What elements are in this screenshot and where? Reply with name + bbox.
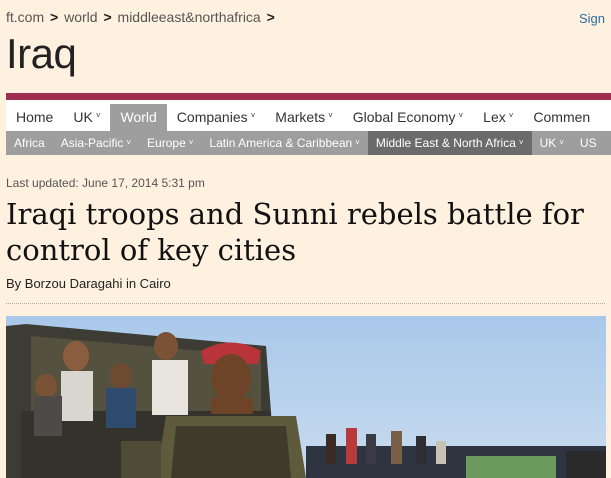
breadcrumb-world[interactable]: world bbox=[64, 9, 97, 25]
secondary-nav: Africa Asia-Pacific ˅ Europe ˅ Latin America … bbox=[6, 131, 611, 155]
subnav-item-label: US bbox=[579, 136, 597, 150]
nav-item-label: Global Economy bbox=[352, 109, 456, 125]
subnav-item-uk[interactable]: UK ˅ bbox=[532, 131, 572, 155]
section-accent-bar bbox=[6, 93, 611, 100]
subnav-item-label: Middle East & North Africa bbox=[375, 136, 516, 150]
subnav-item-asia-pacific[interactable]: Asia-Pacific ˅ bbox=[53, 131, 139, 155]
section-title[interactable]: Iraq bbox=[6, 30, 77, 78]
breadcrumb-separator: > bbox=[266, 9, 275, 25]
breadcrumb-separator: > bbox=[103, 9, 112, 25]
nav-item-home[interactable]: Home bbox=[6, 104, 63, 131]
subnav-item-label: Asia-Pacific bbox=[60, 136, 124, 150]
nav-item-label: Home bbox=[16, 109, 54, 125]
nav-item-label: Companies bbox=[176, 109, 248, 125]
breadcrumb-ftcom[interactable]: ft.com bbox=[6, 9, 44, 25]
sign-in-link[interactable]: Sign bbox=[579, 11, 605, 26]
article-headline: Iraqi troops and Sunni rebels battle for… bbox=[6, 197, 584, 267]
nav-item-companies[interactable]: Companies ˅ bbox=[167, 104, 266, 131]
chevron-down-icon: ˅ bbox=[188, 138, 194, 147]
subnav-item-label: Latin America & Caribbean bbox=[209, 136, 353, 150]
breadcrumb: ft.com > world > middleeast&northafrica … bbox=[6, 9, 277, 25]
chevron-down-icon: ˅ bbox=[355, 138, 360, 147]
chevron-down-icon: ˅ bbox=[559, 138, 564, 147]
chevron-down-icon: ˅ bbox=[95, 111, 101, 120]
subnav-item-europe[interactable]: Europe ˅ bbox=[139, 131, 201, 155]
last-updated: Last updated: June 17, 2014 5:31 pm bbox=[6, 176, 205, 190]
subnav-item-us[interactable]: US bbox=[572, 131, 605, 155]
subnav-item-label: UK bbox=[539, 136, 557, 150]
chevron-down-icon: ˅ bbox=[518, 138, 524, 147]
subnav-item-label: Africa bbox=[14, 136, 45, 150]
nav-item-label: World bbox=[120, 109, 157, 125]
chevron-down-icon: ˅ bbox=[328, 111, 333, 120]
subnav-item-middle-east-north-africa[interactable]: Middle East & North Africa ˅ bbox=[367, 131, 532, 155]
nav-item-commen[interactable]: Commen bbox=[523, 104, 600, 131]
nav-item-lex[interactable]: Lex ˅ bbox=[473, 104, 523, 131]
divider bbox=[6, 303, 605, 304]
subnav-item-africa[interactable]: Africa bbox=[6, 131, 53, 155]
chevron-down-icon: ˅ bbox=[458, 111, 464, 120]
nav-item-uk[interactable]: UK ˅ bbox=[63, 104, 110, 131]
breadcrumb-middleeast[interactable]: middleeast&northafrica bbox=[118, 9, 261, 25]
nav-item-global-economy[interactable]: Global Economy ˅ bbox=[343, 104, 473, 131]
breadcrumb-separator: > bbox=[50, 9, 59, 25]
subnav-item-label: Europe bbox=[147, 136, 186, 150]
subnav-item-latin-america-caribbean[interactable]: Latin America & Caribbean ˅ bbox=[201, 131, 367, 155]
nav-item-world[interactable]: World bbox=[110, 104, 167, 131]
nav-item-markets[interactable]: Markets ˅ bbox=[265, 104, 342, 131]
article-photo bbox=[6, 316, 606, 478]
chevron-down-icon: ˅ bbox=[126, 138, 132, 147]
nav-item-label: Commen bbox=[533, 109, 591, 125]
chevron-down-icon: ˅ bbox=[250, 111, 256, 120]
nav-item-label: Lex bbox=[483, 109, 506, 125]
nav-item-label: UK bbox=[73, 109, 93, 125]
nav-item-label: Markets bbox=[275, 109, 326, 125]
chevron-down-icon: ˅ bbox=[508, 111, 514, 120]
article-byline: By Borzou Daragahi in Cairo bbox=[6, 276, 171, 291]
primary-nav: Home UK ˅ World Companies ˅ Markets ˅ Global Eco… bbox=[6, 100, 611, 131]
